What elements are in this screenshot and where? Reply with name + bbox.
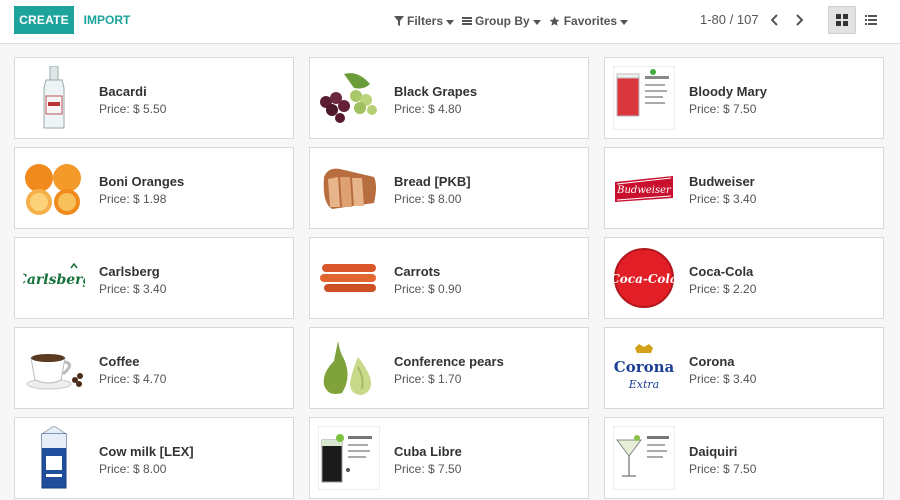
product-price: Price: $ 3.40 (689, 372, 757, 386)
chevron-left-icon (771, 14, 778, 26)
filters-label: Filters (407, 14, 444, 28)
product-name: Cuba Libre (394, 444, 462, 459)
product-card[interactable]: Bloody Mary Price: $ 7.50 (604, 57, 884, 139)
product-price: Price: $ 3.40 (689, 192, 757, 206)
chevron-down-icon (446, 19, 455, 25)
product-card[interactable]: Coffee Price: $ 4.70 (14, 327, 294, 409)
product-price: Price: $ 7.50 (689, 462, 757, 476)
product-card[interactable]: Coca-Cola Coca-Cola Price: $ 2.20 (604, 237, 884, 319)
product-card[interactable]: Carrots Price: $ 0.90 (309, 237, 589, 319)
product-card[interactable]: Black Grapes Price: $ 4.80 (309, 57, 589, 139)
product-price: Price: $ 5.50 (99, 102, 167, 116)
filter-icon (394, 16, 404, 26)
product-card[interactable]: Conference pears Price: $ 1.70 (309, 327, 589, 409)
product-name: Corona (689, 354, 735, 369)
coffee-cup-icon (23, 336, 85, 400)
product-price: Price: $ 2.20 (689, 282, 757, 296)
svg-text:Coca-Cola: Coca-Cola (613, 272, 675, 286)
filters-dropdown[interactable]: Filters (394, 14, 455, 28)
svg-text:Budweiser: Budweiser (616, 185, 672, 196)
groupby-dropdown[interactable]: Group By (462, 14, 541, 28)
product-name: Bacardi (99, 84, 147, 99)
pager-value[interactable]: 1-80 / 107 (700, 12, 759, 27)
groupby-label: Group By (475, 14, 530, 28)
product-name: Conference pears (394, 354, 504, 369)
product-price: Price: $ 8.00 (394, 192, 462, 206)
product-name: Budweiser (689, 174, 755, 189)
product-price: Price: $ 0.90 (394, 282, 462, 296)
corona-logo-icon: Corona Extra (613, 336, 675, 400)
product-card[interactable]: Daiquiri Price: $ 7.50 (604, 417, 884, 499)
product-card[interactable]: Cow milk [LEX] Price: $ 8.00 (14, 417, 294, 499)
product-card[interactable]: Cuba Libre Price: $ 7.50 (309, 417, 589, 499)
product-card[interactable]: Boni Oranges Price: $ 1.98 (14, 147, 294, 229)
product-price: Price: $ 8.00 (99, 462, 167, 476)
product-name: Carrots (394, 264, 441, 279)
list-bars-icon (462, 16, 473, 26)
pager-previous-button[interactable] (767, 10, 783, 30)
product-name: Coffee (99, 354, 140, 369)
product-name: Daiquiri (689, 444, 738, 459)
create-button[interactable]: CREATE (14, 6, 74, 34)
grid-icon (836, 14, 848, 26)
product-price: Price: $ 1.70 (394, 372, 462, 386)
bottle-icon (23, 66, 85, 130)
product-name: Bloody Mary (689, 84, 768, 99)
bread-icon (318, 156, 380, 220)
product-card[interactable]: Carlsberg Carlsberg Price: $ 3.40 (14, 237, 294, 319)
product-price: Price: $ 1.98 (99, 192, 167, 206)
budweiser-logo-icon: Budweiser (613, 156, 675, 220)
favorites-label: Favorites (563, 14, 618, 28)
list-icon (865, 15, 877, 25)
carlsberg-logo-icon: Carlsberg (23, 246, 85, 310)
product-card[interactable]: Bacardi Price: $ 5.50 (14, 57, 294, 139)
cocktail-recipe-icon (318, 426, 380, 490)
favorites-dropdown[interactable]: Favorites (549, 14, 629, 28)
coca-cola-logo-icon: Coca-Cola (613, 246, 675, 310)
kanban-view-button[interactable] (828, 6, 856, 34)
svg-text:Corona: Corona (614, 358, 675, 376)
product-name: Boni Oranges (99, 174, 185, 189)
product-name: Cow milk [LEX] (99, 444, 194, 459)
product-name: Carlsberg (99, 264, 160, 279)
product-name: Black Grapes (394, 84, 478, 99)
grapes-icon (318, 66, 380, 130)
product-name: Bread [PKB] (394, 174, 471, 189)
chevron-down-icon (532, 19, 541, 25)
chevron-down-icon (620, 19, 629, 25)
pears-icon (318, 336, 380, 400)
list-view-button[interactable] (857, 6, 885, 34)
star-icon (549, 15, 561, 26)
product-card[interactable]: Corona Extra Corona Price: $ 3.40 (604, 327, 884, 409)
carrots-icon (318, 246, 380, 310)
product-card[interactable]: Bread [PKB] Price: $ 8.00 (309, 147, 589, 229)
pager-next-button[interactable] (791, 10, 807, 30)
product-price: Price: $ 3.40 (99, 282, 167, 296)
product-name: Coca-Cola (689, 264, 754, 279)
oranges-icon (23, 156, 85, 220)
product-price: Price: $ 7.50 (689, 102, 757, 116)
product-price: Price: $ 4.80 (394, 102, 462, 116)
milk-carton-icon (23, 426, 85, 490)
cocktail-recipe-icon (613, 66, 675, 130)
search-options: Filters Group By Favorites (394, 12, 636, 30)
product-card[interactable]: Budweiser Budweiser Price: $ 3.40 (604, 147, 884, 229)
control-panel: CREATE IMPORT Filters Group By Favorites… (0, 0, 900, 44)
svg-text:Carlsberg: Carlsberg (23, 272, 85, 288)
svg-text:Extra: Extra (628, 378, 659, 391)
product-price: Price: $ 7.50 (394, 462, 462, 476)
import-button[interactable]: IMPORT (80, 6, 134, 34)
chevron-right-icon (796, 14, 803, 26)
product-price: Price: $ 4.70 (99, 372, 167, 386)
martini-glass-icon (613, 426, 675, 490)
